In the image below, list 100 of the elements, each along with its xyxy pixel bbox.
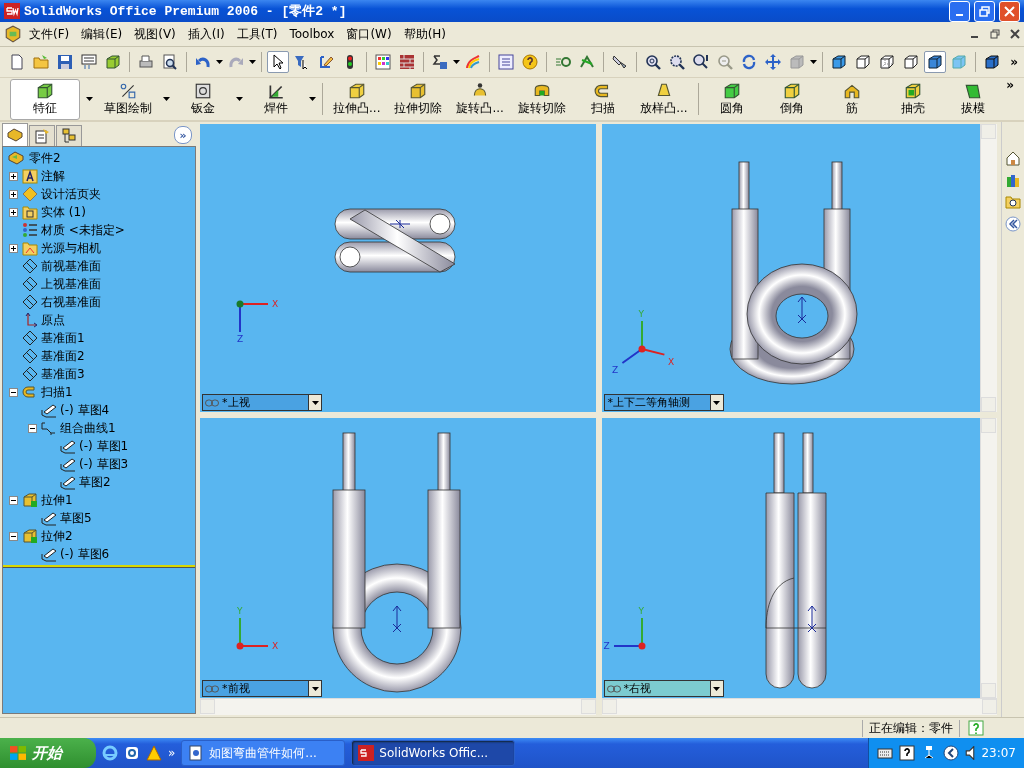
horizontal-scrollbar[interactable] — [601, 698, 997, 715]
panel-tab[interactable] — [56, 125, 82, 146]
command-button[interactable]: 倒角 — [765, 79, 820, 119]
view-selector[interactable]: *前视 — [202, 680, 322, 697]
viewport[interactable]: Y Z X *上下二等角轴测 — [601, 124, 980, 412]
command-button[interactable]: 旋转凸... — [452, 79, 508, 119]
tree-item[interactable]: 上视基准面 — [41, 275, 101, 293]
command-button[interactable]: 扫描 — [575, 79, 631, 119]
taskbar-button[interactable]: SolidWorks Offic... — [351, 740, 516, 766]
tree-item[interactable]: 组合曲线1 — [60, 419, 116, 437]
menu-item[interactable]: 帮助(H) — [398, 24, 452, 44]
doc-restore-button[interactable] — [990, 29, 1000, 39]
tree-item[interactable]: 草图2 — [79, 473, 111, 491]
menu-item[interactable]: 插入(I) — [182, 24, 230, 44]
caret-icon[interactable] — [216, 60, 223, 64]
menu-item[interactable]: 编辑(E) — [76, 24, 128, 44]
tree-item[interactable]: 拉伸1 — [41, 491, 73, 509]
collapse-toggle[interactable] — [7, 495, 19, 505]
panel-tab[interactable] — [29, 125, 55, 146]
command-tab[interactable]: 钣金 — [176, 78, 230, 120]
command-button[interactable]: 拉伸切除 — [390, 79, 447, 119]
panel-tab[interactable] — [2, 123, 28, 146]
tree-item[interactable]: 原点 — [41, 311, 65, 329]
caret-icon[interactable] — [311, 400, 319, 405]
horizontal-scrollbar[interactable] — [200, 698, 596, 715]
collapse-toggle[interactable] — [7, 531, 19, 541]
tree-item[interactable]: 注解 — [41, 167, 65, 185]
restore-button[interactable] — [974, 0, 995, 22]
menu-item[interactable]: 视图(V) — [129, 24, 181, 44]
view-selector[interactable]: *上视 — [202, 394, 322, 411]
viewport[interactable]: Y Z *右视 — [601, 418, 980, 698]
command-tab[interactable]: 焊件 — [249, 78, 303, 120]
doc-close-button[interactable] — [1010, 29, 1020, 39]
tree-item[interactable]: 零件2 — [29, 149, 61, 167]
menu-item[interactable]: Toolbox — [284, 26, 340, 42]
taskbar-button[interactable]: 如图弯曲管件如何... — [181, 740, 346, 766]
view-selector[interactable]: *右视 — [603, 680, 724, 697]
expand-toggle[interactable] — [7, 189, 19, 199]
tree-item[interactable]: 基准面2 — [41, 347, 85, 365]
command-button[interactable]: 筋 — [825, 79, 880, 119]
command-button[interactable]: 拉伸凸... — [329, 79, 385, 119]
minimize-button[interactable] — [949, 0, 970, 22]
viewport[interactable]: Y X *前视 — [200, 418, 596, 698]
caret-icon[interactable] — [249, 60, 256, 64]
caret-icon[interactable] — [311, 686, 319, 691]
tree-item[interactable]: 扫描1 — [41, 383, 73, 401]
help-icon[interactable] — [968, 720, 984, 736]
tree-item[interactable]: 基准面1 — [41, 329, 85, 347]
tree-item[interactable]: (-) 草图3 — [79, 455, 129, 473]
tree-item[interactable]: 草图5 — [60, 509, 92, 527]
toolbar-button[interactable] — [519, 51, 541, 73]
axis-triad-icon — [620, 320, 665, 364]
tree-item[interactable]: (-) 草图4 — [60, 401, 110, 419]
command-button[interactable]: 抽壳 — [885, 79, 940, 119]
toolbar-overflow-button[interactable]: » — [1010, 55, 1018, 69]
expand-toggle[interactable] — [7, 207, 19, 217]
vertical-scrollbar[interactable] — [980, 124, 997, 412]
caret-icon[interactable] — [810, 60, 817, 64]
caret-icon[interactable] — [713, 400, 720, 405]
caret-icon[interactable] — [163, 97, 170, 101]
tree-item[interactable]: 材质 <未指定> — [41, 221, 125, 239]
tree-item[interactable]: 设计活页夹 — [41, 185, 101, 203]
collapse-toggle[interactable] — [7, 387, 19, 397]
command-tab[interactable]: 特征 — [10, 78, 80, 120]
expand-toggle[interactable] — [7, 171, 19, 181]
menu-item[interactable]: 文件(F) — [24, 24, 75, 44]
expand-panel-button[interactable]: » — [174, 126, 192, 144]
search-folder-icon — [1005, 194, 1021, 210]
command-tab[interactable]: 草图绘制 — [99, 78, 157, 120]
command-button[interactable]: 放样凸... — [636, 79, 692, 119]
command-button[interactable]: 拔模 — [945, 79, 1001, 119]
caret-icon[interactable] — [453, 60, 460, 64]
collapse-pane-button[interactable] — [1005, 216, 1021, 232]
toolbar-button[interactable] — [267, 51, 289, 73]
command-button[interactable]: 圆角 — [704, 79, 759, 119]
menu-item[interactable]: 工具(T) — [231, 24, 283, 44]
caret-icon[interactable] — [236, 97, 243, 101]
tree-item[interactable]: 拉伸2 — [41, 527, 73, 545]
collapse-toggle[interactable] — [26, 423, 38, 433]
view-selector[interactable]: *上下二等角轴测 — [603, 394, 724, 411]
expand-toggle[interactable] — [7, 243, 19, 253]
tree-item[interactable]: 前视基准面 — [41, 257, 101, 275]
caret-icon[interactable] — [309, 97, 316, 101]
tree-item[interactable]: 右视基准面 — [41, 293, 101, 311]
vertical-scrollbar[interactable] — [980, 418, 997, 698]
tree-item[interactable]: 光源与相机 — [41, 239, 101, 257]
caret-icon[interactable] — [713, 686, 720, 691]
show-hidden-icons-button[interactable] — [943, 745, 960, 761]
tree-item[interactable]: (-) 草图1 — [79, 437, 129, 455]
caret-icon[interactable] — [86, 97, 93, 101]
viewport[interactable]: X Z *上视 — [200, 124, 596, 412]
menu-item[interactable]: 窗口(W) — [341, 24, 397, 44]
close-button[interactable] — [999, 0, 1020, 22]
quick-launch-more-button[interactable]: » — [168, 746, 176, 760]
toolbar-button[interactable] — [924, 51, 946, 73]
command-button[interactable]: 旋转切除 — [513, 79, 570, 119]
command-overflow-button[interactable]: » — [1006, 78, 1014, 92]
tree-item[interactable]: (-) 草图6 — [60, 545, 110, 563]
tree-item[interactable]: 实体 (1) — [41, 203, 86, 221]
tree-item[interactable]: 基准面3 — [41, 365, 85, 383]
